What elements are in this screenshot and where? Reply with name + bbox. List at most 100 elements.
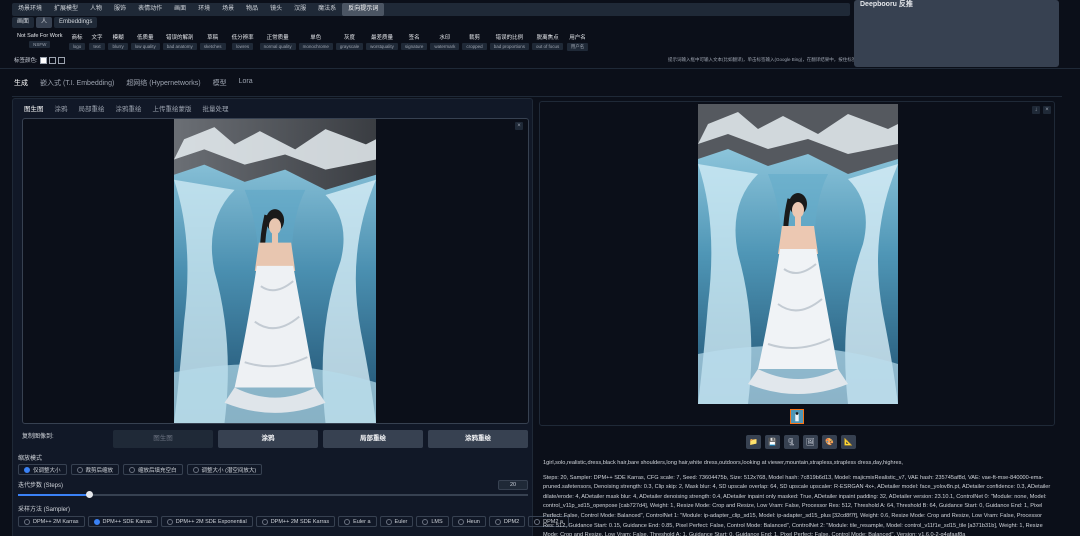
resize-option[interactable]: 裁剪后缩放 (70, 464, 120, 475)
category-tab[interactable]: 人物 (84, 3, 108, 16)
tag-value: signature (400, 43, 428, 50)
category-sub-tab[interactable]: 人 (36, 17, 53, 28)
sampler-option[interactable]: DPM++ 2M Karras (18, 516, 85, 527)
sampler-option[interactable]: Heun (451, 516, 486, 527)
category-tabs: 场景环境 扩展模型 人物 服饰 表情动作 画面 环境 场景 物品 镜头 汉服 魔法系 反向提示词 (12, 3, 850, 16)
close-icon[interactable]: × (1043, 106, 1051, 114)
tag-item[interactable]: 草稿 sketches (199, 32, 226, 51)
color-lock-icon[interactable] (57, 56, 65, 64)
tag-item[interactable]: 最差质量 worstquality (366, 32, 398, 51)
img2img-tab[interactable]: 上传重绘蒙版 (153, 103, 192, 113)
output-thumbnail[interactable] (790, 409, 804, 424)
copy-to-inpaint-sketch-button[interactable]: 涂鸦重绘 (428, 430, 528, 448)
tag-item[interactable]: 水印 watermark (430, 32, 460, 51)
output-toolbar: 📁 💾 🗜 🖼 🎨 📐 (746, 435, 856, 449)
steps-slider-track[interactable] (18, 494, 528, 496)
tag-item[interactable]: 单色 monochrome (298, 32, 333, 51)
main-tab[interactable]: 嵌入式 (T.I. Embedding) (40, 78, 114, 88)
resize-option[interactable]: 仅调整大小 (18, 464, 67, 475)
palette-icon[interactable]: 🎨 (822, 435, 837, 449)
category-sub-tab[interactable]: 画面 (12, 17, 35, 28)
tag-value: blurry (108, 43, 128, 50)
main-tab[interactable]: 超网络 (Hypernetworks) (126, 78, 200, 88)
tag-item[interactable]: 签名 signature (400, 32, 428, 51)
sampler-option[interactable]: Euler (379, 516, 414, 527)
folder-icon[interactable]: 📁 (746, 435, 761, 449)
zip-icon[interactable]: 🗜 (784, 435, 799, 449)
category-tab[interactable]: 反向提示词 (342, 3, 385, 16)
sampler-option[interactable]: DPM++ SDE Karras (87, 516, 158, 527)
color-refresh-icon[interactable] (48, 56, 56, 64)
tag-label: 最差质量 (371, 35, 394, 41)
category-tab[interactable]: 服饰 (108, 3, 132, 16)
category-tab[interactable]: 汉服 (288, 3, 312, 16)
category-tab[interactable]: 环境 (192, 3, 216, 16)
tag-item[interactable]: 商标 logo (68, 32, 86, 51)
resize-option[interactable]: 调整大小 (潜空间放大) (186, 464, 263, 475)
sampler-option[interactable]: DPM++ 2M SDE Exponential (160, 516, 253, 527)
radio-dot (385, 518, 392, 525)
tag-item[interactable]: 裁剪 cropped (462, 32, 487, 51)
img2img-tab[interactable]: 批量处理 (203, 103, 229, 113)
radio-dot (192, 466, 199, 473)
category-tab[interactable]: 画面 (168, 3, 192, 16)
steps-label: 迭代步数 (Steps) (18, 483, 64, 489)
tag-item[interactable]: 文字 text (88, 32, 105, 51)
radio-label: DPM++ 2M SDE Exponential (175, 518, 247, 525)
radio-dot (24, 518, 30, 525)
main-tab[interactable]: Lora (239, 78, 253, 88)
tag-item[interactable]: 脱离焦点 out of focus (531, 32, 564, 51)
img2img-tab[interactable]: 涂鸦重绘 (116, 103, 142, 113)
copy-to-inpaint-button[interactable]: 局部重绘 (323, 430, 423, 448)
steps-input[interactable]: 20 (498, 480, 528, 490)
tag-value: cropped (462, 43, 487, 50)
sampler-option[interactable]: DPM2 (488, 516, 526, 527)
image-icon[interactable]: 🖼 (803, 435, 818, 449)
tag-item[interactable]: Not Safe For Work NSFW (14, 32, 65, 51)
resize-mode-options: 仅调整大小 裁剪后缩放 缩放后填充空白 调整大小 (潜空间放大) (18, 464, 263, 475)
tag-item[interactable]: 用户名 用户名 (566, 32, 589, 51)
main-tab[interactable]: 模型 (213, 78, 227, 88)
main-tab[interactable]: 生成 (14, 78, 28, 88)
radio-dot (76, 466, 83, 473)
category-sub-tab[interactable]: Embeddings (54, 17, 98, 28)
img2img-tab[interactable]: 涂鸦 (55, 103, 68, 113)
tag-value: worstquality (366, 43, 398, 50)
tag-value: low quality (130, 43, 160, 50)
sampler-option[interactable]: LMS (416, 516, 449, 527)
sampler-option[interactable]: DPM++ 2M SDE Karras (255, 516, 336, 527)
category-tab[interactable]: 场景环境 (12, 3, 48, 16)
tag-item[interactable]: 正常质量 normal quality (259, 32, 296, 51)
category-tab[interactable]: 场景 (216, 3, 240, 16)
radio-label: DPM++ 2M Karras (33, 518, 79, 525)
category-tab[interactable]: 魔法系 (312, 3, 342, 16)
close-icon[interactable]: × (515, 122, 523, 130)
deepbooru-panel[interactable]: Deepbooru 反推 (854, 0, 1059, 67)
copy-to-sketch-button[interactable]: 涂鸦 (218, 430, 318, 448)
category-tab[interactable]: 物品 (240, 3, 264, 16)
download-icon[interactable]: ↓ (1032, 106, 1040, 114)
tag-item[interactable]: 低分辨率 lowres (229, 32, 257, 51)
radio-dot (494, 518, 501, 525)
tag-item[interactable]: 灰度 grayscale (335, 32, 364, 51)
category-tab[interactable]: 表情动作 (132, 3, 168, 16)
generation-info: 1girl,solo,realistic,dress,black hair,ba… (543, 459, 1055, 536)
resize-option[interactable]: 缩放后填充空白 (123, 464, 183, 475)
sampler-option[interactable]: Euler a (338, 516, 377, 527)
save-icon[interactable]: 💾 (765, 435, 780, 449)
tag-item[interactable]: 模糊 blurry (108, 32, 128, 51)
copy-to-img2img-button[interactable]: 图生图 (113, 430, 213, 448)
tag-item[interactable]: 低质量 low quality (130, 32, 160, 51)
tag-item[interactable]: 错误的解剖 bad anatomy (162, 32, 197, 51)
color-swatch-white[interactable] (39, 56, 47, 64)
img2img-tab[interactable]: 局部重绘 (79, 103, 105, 113)
category-tab[interactable]: 镜头 (264, 3, 288, 16)
copy-to-label: 复制图像到: (22, 434, 54, 440)
tag-label: 裁剪 (469, 35, 481, 41)
tag-item[interactable]: 错误的比例 bad proportions (489, 32, 529, 51)
sampler-label: 采样方法 (Sampler) (18, 507, 71, 513)
img2img-tab[interactable]: 图生图 (24, 103, 44, 113)
output-image[interactable] (698, 104, 898, 404)
category-tab[interactable]: 扩展模型 (48, 3, 84, 16)
ruler-icon[interactable]: 📐 (841, 435, 856, 449)
